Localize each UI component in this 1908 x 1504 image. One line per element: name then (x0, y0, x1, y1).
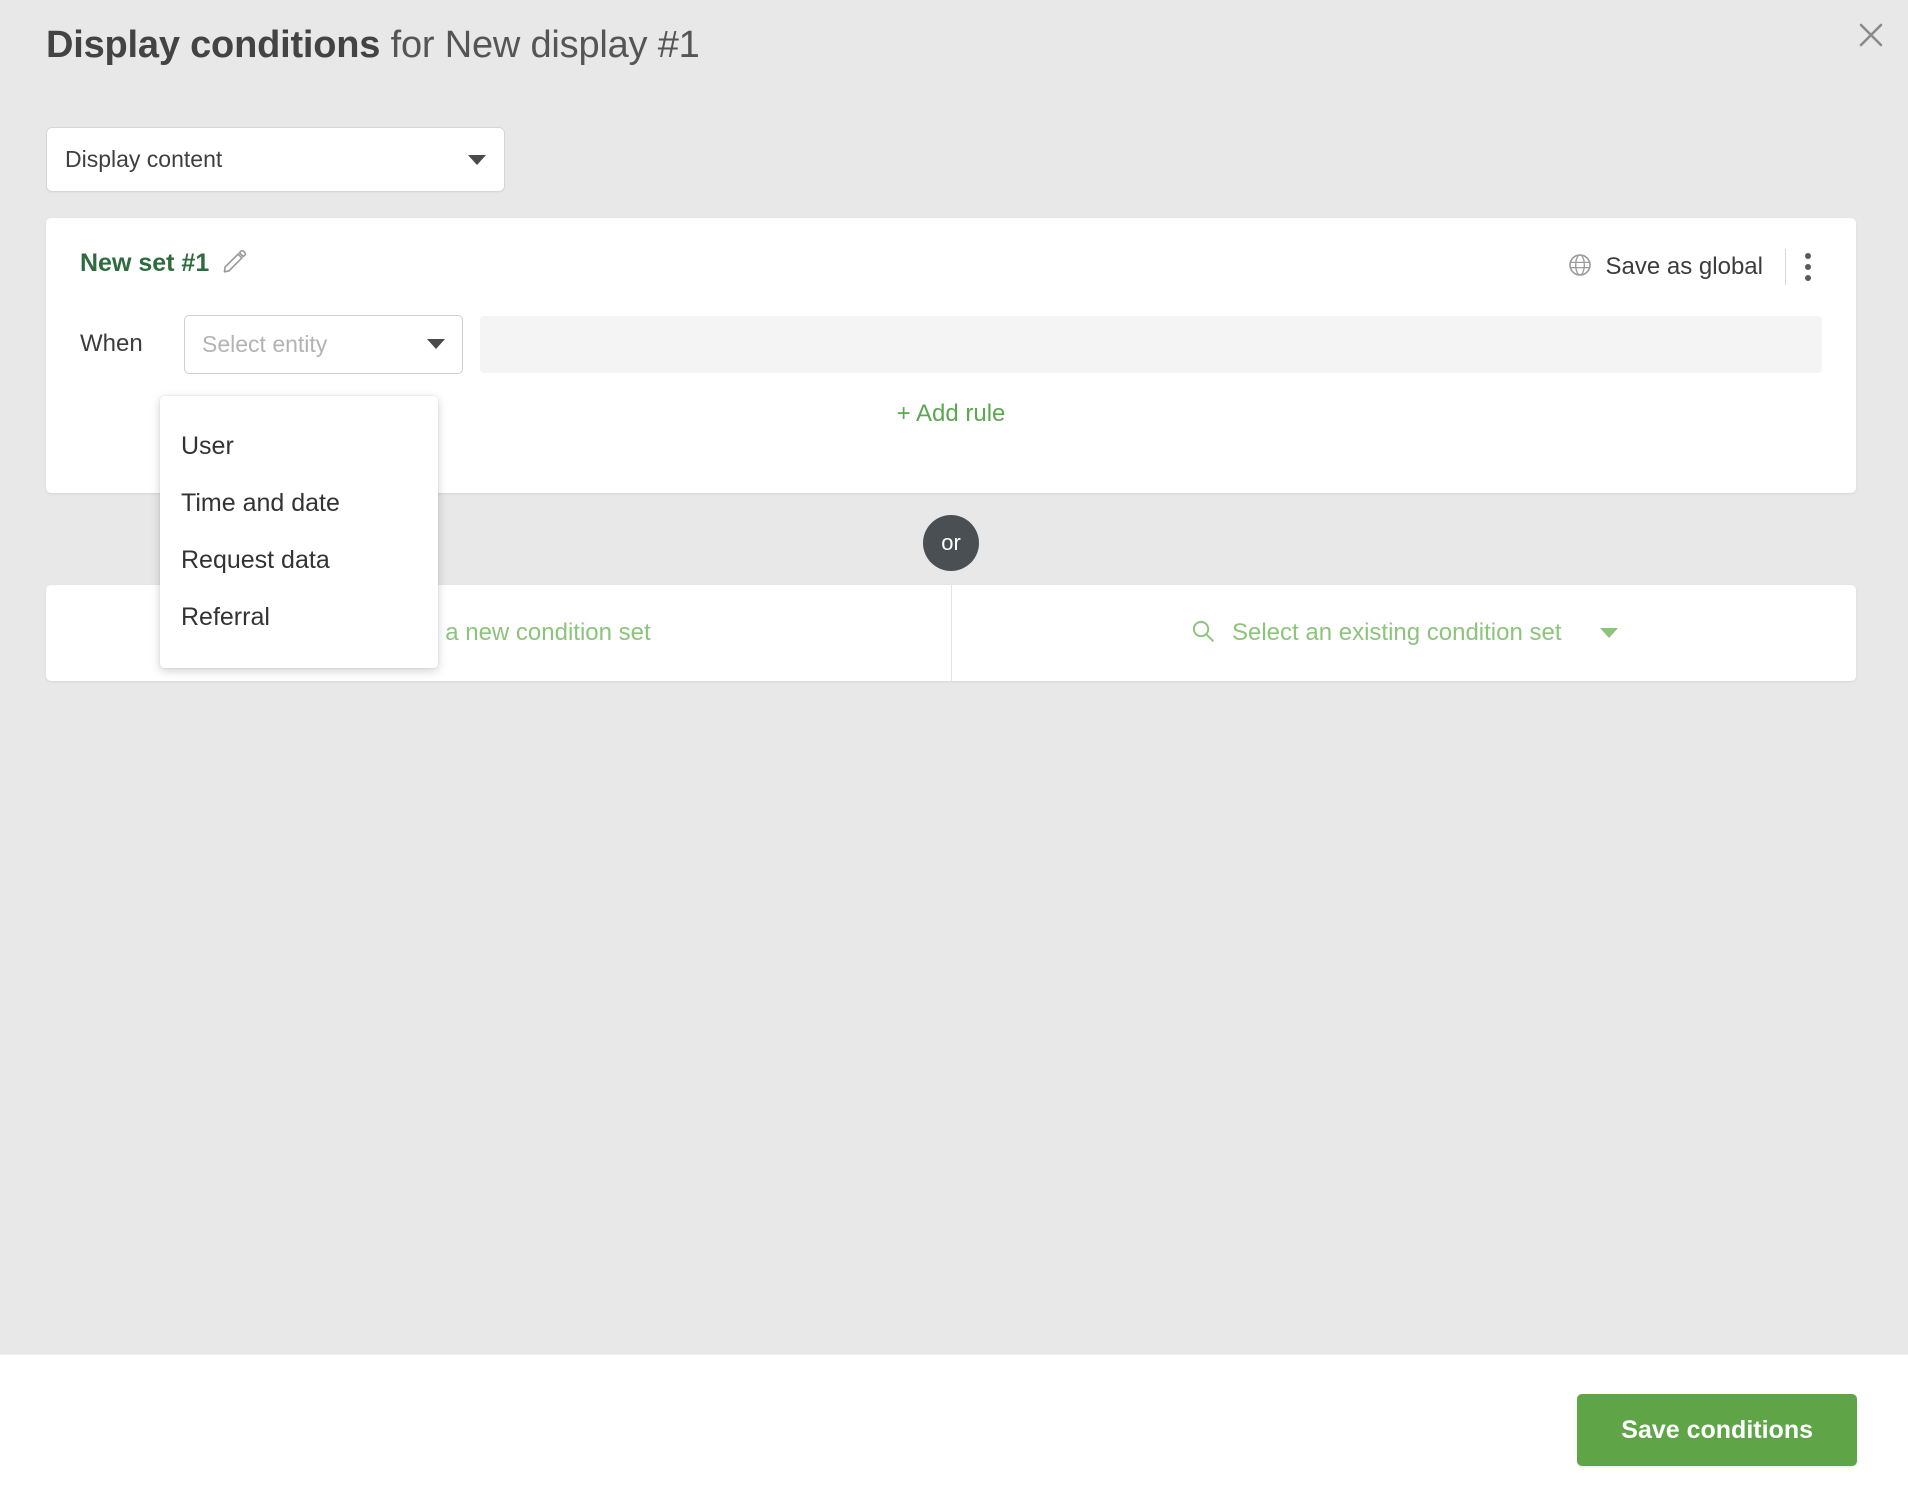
condition-set-name: New set #1 (80, 249, 210, 277)
save-as-global-button[interactable]: Save as global (1567, 252, 1785, 283)
entity-select-placeholder: Select entity (202, 330, 328, 357)
close-button[interactable] (1846, 10, 1896, 60)
entity-select[interactable]: Select entity (184, 314, 463, 374)
display-content-value: Display content (65, 146, 223, 172)
display-content-select[interactable]: Display content (46, 127, 505, 192)
page-title: Display conditions for New display #1 (46, 24, 700, 67)
save-as-global-label: Save as global (1605, 253, 1763, 280)
condition-set-actions: Save as global (1567, 247, 1830, 287)
chevron-down-icon (427, 339, 445, 349)
condition-set-header: New set #1 (80, 247, 249, 280)
search-icon (1190, 618, 1216, 649)
chevron-down-icon (468, 154, 486, 165)
page-title-strong: Display conditions (46, 24, 381, 66)
entity-option-time-and-date[interactable]: Time and date (160, 475, 438, 532)
pencil-icon[interactable] (221, 247, 249, 280)
or-separator-badge: or (923, 515, 979, 571)
dialog-footer: Save conditions (0, 1354, 1908, 1504)
rule-value-field[interactable] (480, 315, 1822, 373)
select-existing-condition-set-button[interactable]: Select an existing condition set (952, 585, 1857, 681)
entity-option-user[interactable]: User (160, 418, 438, 475)
rule-row: When Select entity (80, 314, 1822, 374)
when-label: When (80, 330, 143, 357)
save-conditions-button[interactable]: Save conditions (1577, 1394, 1857, 1466)
entity-option-request-data[interactable]: Request data (160, 532, 438, 589)
entity-option-referral[interactable]: Referral (160, 589, 438, 646)
close-icon (1857, 21, 1885, 49)
page-title-rest: for New display #1 (380, 24, 700, 66)
kebab-menu-icon[interactable] (1786, 247, 1830, 287)
globe-icon (1567, 252, 1593, 283)
chevron-down-icon (1599, 628, 1618, 638)
select-existing-condition-set-label: Select an existing condition set (1231, 619, 1562, 646)
entity-dropdown-menu: User Time and date Request data Referral (160, 396, 438, 668)
